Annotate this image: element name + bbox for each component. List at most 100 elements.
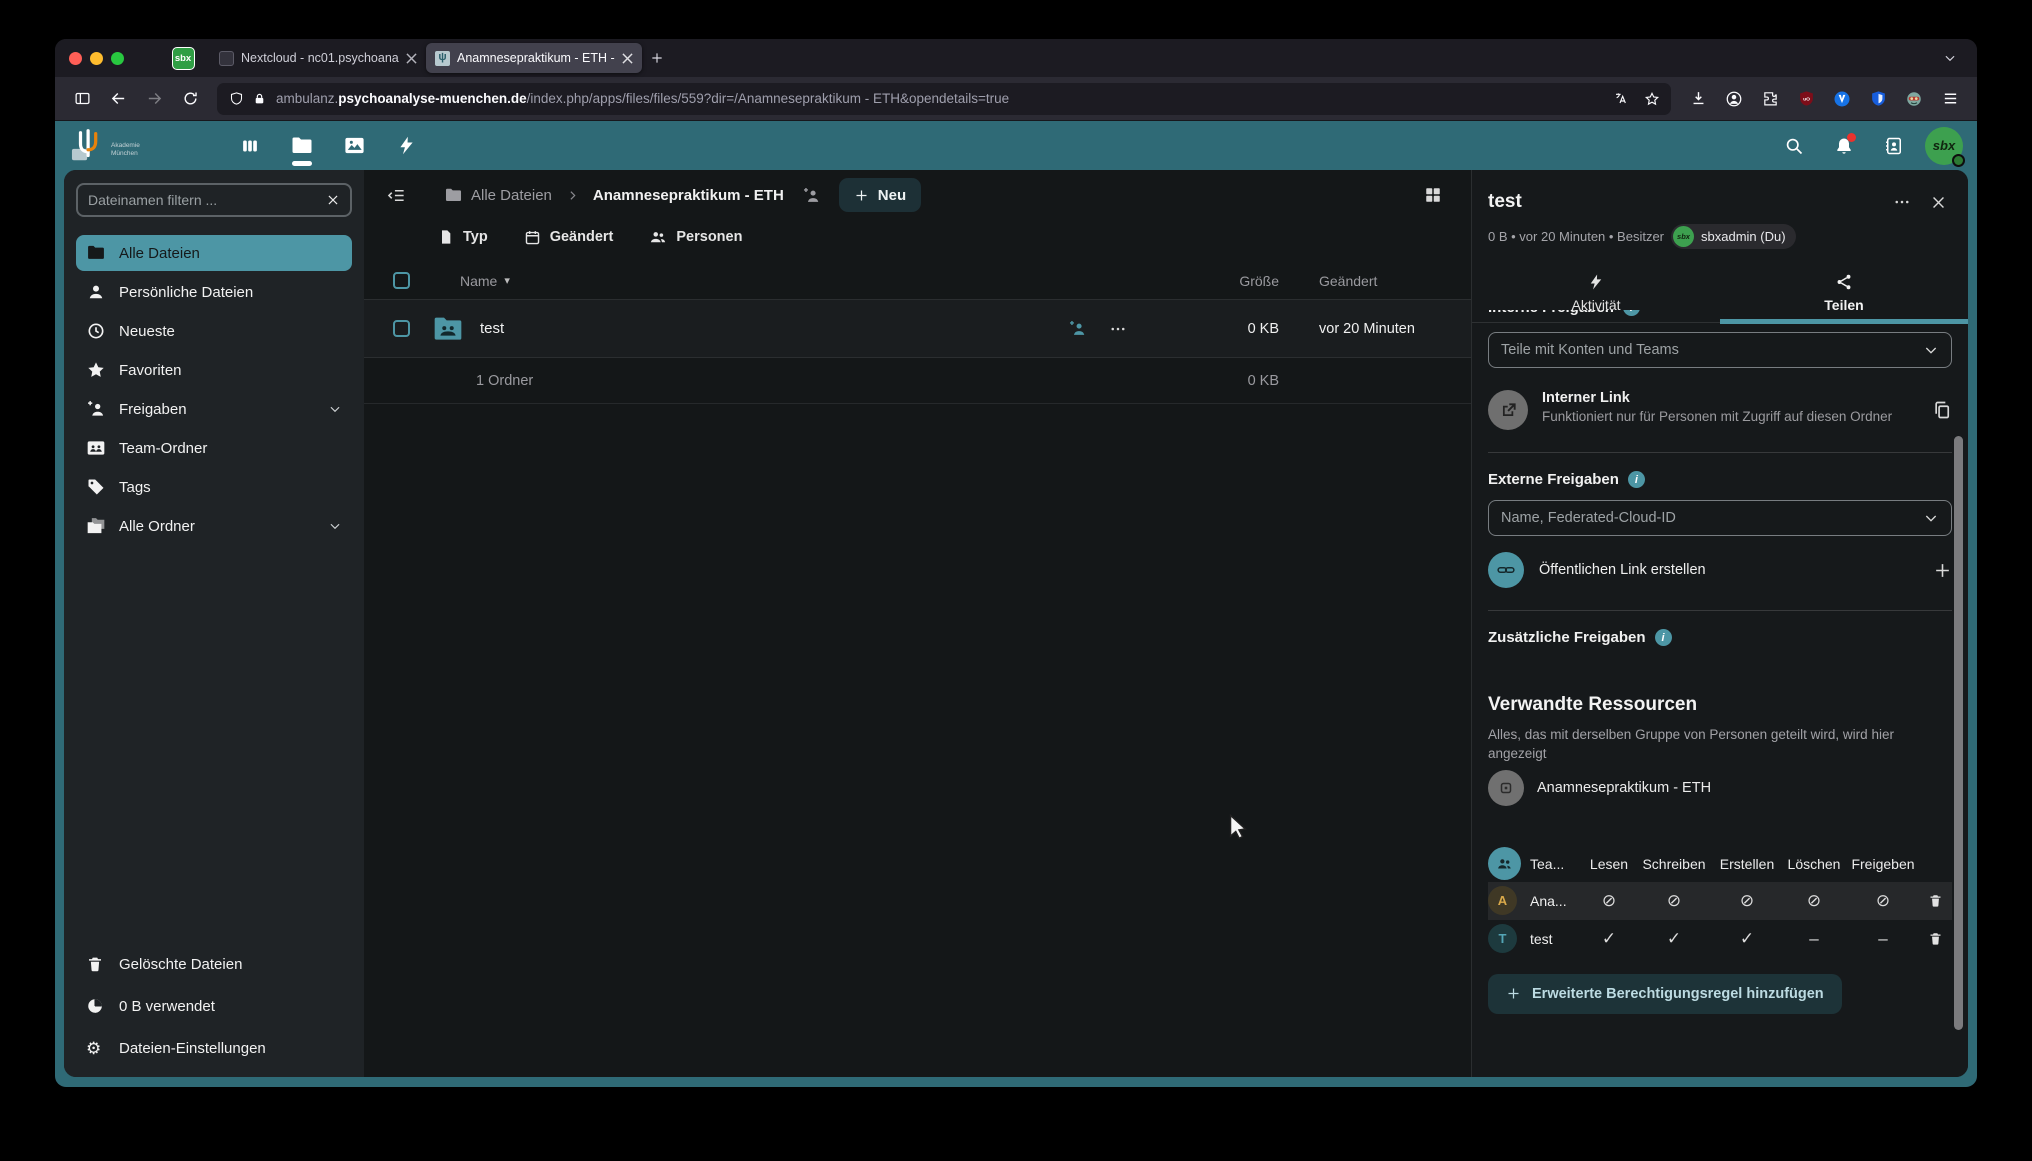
select-all-checkbox[interactable] <box>393 272 410 289</box>
sidebar-item-freigaben[interactable]: Freigaben <box>76 391 352 427</box>
sidebar-item-persoenliche-dateien[interactable]: Persönliche Dateien <box>76 274 352 310</box>
create-public-link-row[interactable]: Öffentlichen Link erstellen <box>1488 552 1952 588</box>
sidebar-item-favoriten[interactable]: Favoriten <box>76 352 352 388</box>
breadcrumb-folder-icon <box>444 186 463 205</box>
sidebar-item-alle-ordner[interactable]: Alle Ordner <box>76 508 352 544</box>
reload-button[interactable] <box>173 83 207 115</box>
permission-icon[interactable]: ✓ <box>1636 929 1712 949</box>
permission-icon[interactable]: ⊘ <box>1636 891 1712 911</box>
url-bar[interactable]: ambulanz.psychoanalyse-muenchen.de/index… <box>217 83 1671 115</box>
row-checkbox[interactable] <box>393 320 410 337</box>
bookmark-star-icon[interactable] <box>1637 85 1667 113</box>
photos-app-icon[interactable] <box>335 124 373 168</box>
chevron-down-icon[interactable] <box>328 519 342 533</box>
notifications-bell-icon[interactable] <box>1825 127 1863 165</box>
extensions-puzzle-icon[interactable] <box>1753 83 1787 115</box>
sidebar-footer: Gelöschte Dateien 0 B verwendet ⚙ Dateie… <box>76 945 352 1067</box>
column-modified[interactable]: Geändert <box>1319 273 1447 289</box>
academy-logo[interactable]: AkademieMünchen <box>71 126 189 166</box>
ublock-origin-icon[interactable]: uO <box>1789 83 1823 115</box>
filter-chip-personen[interactable]: Personen <box>649 228 742 246</box>
sidebar-item-team-ordner[interactable]: Team-Ordner <box>76 430 352 466</box>
grid-view-toggle-icon[interactable] <box>1415 177 1451 213</box>
chevron-down-icon[interactable] <box>328 402 342 416</box>
permission-icon[interactable]: ✓ <box>1712 929 1782 949</box>
menu-hamburger-icon[interactable] <box>1933 83 1967 115</box>
close-tab-icon[interactable] <box>622 53 633 64</box>
related-resource-item[interactable]: Anamnesepraktikum - ETH <box>1488 770 1952 806</box>
list-all-tabs-button[interactable] <box>1935 43 1965 73</box>
activity-app-icon[interactable] <box>387 124 425 168</box>
permission-icon[interactable]: ⊘ <box>1846 891 1920 911</box>
robot-extension-icon[interactable] <box>1897 83 1931 115</box>
maximize-window-button[interactable] <box>111 52 124 65</box>
sidebar-item-dateien-einstellungen[interactable]: ⚙ Dateien-Einstellungen <box>76 1029 352 1067</box>
details-menu-icon[interactable] <box>1884 184 1920 220</box>
file-name[interactable]: test <box>480 320 504 337</box>
acl-rule-row[interactable]: T test ✓ ✓ ✓ – – <box>1488 920 1952 958</box>
delete-rule-icon[interactable] <box>1920 893 1950 908</box>
user-avatar[interactable]: sbx <box>1925 127 1963 165</box>
contacts-icon[interactable] <box>1875 127 1913 165</box>
share-folder-icon[interactable] <box>802 186 821 205</box>
delete-rule-icon[interactable] <box>1920 931 1950 946</box>
close-tab-icon[interactable] <box>406 53 417 64</box>
collapse-sidebar-icon[interactable] <box>378 177 414 213</box>
sidebar-toggle-button[interactable] <box>65 83 99 115</box>
back-button[interactable] <box>101 83 135 115</box>
breadcrumb-root[interactable]: Alle Dateien <box>471 187 552 204</box>
tab-nextcloud[interactable]: Nextcloud - nc01.psychoanalyse <box>210 43 426 73</box>
info-icon[interactable]: i <box>1623 310 1640 316</box>
permission-icon[interactable]: – <box>1846 929 1920 949</box>
federated-share-input[interactable]: Name, Federated-Cloud-ID <box>1488 500 1952 536</box>
filter-filenames-input[interactable]: Dateinamen filtern ... <box>76 183 352 217</box>
close-details-icon[interactable] <box>1920 184 1956 220</box>
permission-icon[interactable]: – <box>1782 929 1846 949</box>
new-button[interactable]: Neu <box>839 178 921 212</box>
lock-icon[interactable] <box>253 92 266 106</box>
close-window-button[interactable] <box>69 52 82 65</box>
breadcrumb-current[interactable]: Anamnesepraktikum - ETH <box>593 187 784 204</box>
row-share-icon[interactable] <box>1068 319 1087 338</box>
sidebar-item-quota[interactable]: 0 B verwendet <box>76 987 352 1025</box>
translate-icon[interactable] <box>1607 85 1637 113</box>
permission-icon[interactable]: ⊘ <box>1712 891 1782 911</box>
owner-chip[interactable]: sbx sbxadmin (Du) <box>1671 224 1796 249</box>
extension-v-icon[interactable] <box>1825 83 1859 115</box>
sidebar-item-neueste[interactable]: Neueste <box>76 313 352 349</box>
tab-anamnesepraktikum[interactable]: ψ Anamnesepraktikum - ETH - Alle <box>426 43 642 73</box>
dashboard-app-icon[interactable] <box>231 124 269 168</box>
files-app-icon[interactable] <box>283 124 321 168</box>
file-row-test[interactable]: test 0 KB vor 20 Minuten <box>364 300 1471 358</box>
search-icon[interactable] <box>1775 127 1813 165</box>
account-icon[interactable] <box>1717 83 1751 115</box>
new-tab-button[interactable] <box>642 43 672 73</box>
minimize-window-button[interactable] <box>90 52 103 65</box>
add-advanced-permission-button[interactable]: Erweiterte Berechtigungsregel hinzufügen <box>1488 974 1842 1014</box>
column-size[interactable]: Größe <box>1169 273 1279 289</box>
sort-descending-icon[interactable]: ▾ <box>504 274 510 287</box>
column-name[interactable]: Name <box>460 273 497 289</box>
acl-rule-row[interactable]: A Ana... ⊘ ⊘ ⊘ ⊘ ⊘ <box>1488 882 1952 920</box>
clear-filter-icon[interactable] <box>326 193 340 207</box>
info-icon[interactable]: i <box>1628 471 1645 488</box>
permission-icon[interactable]: ✓ <box>1582 929 1636 949</box>
copy-link-icon[interactable] <box>1932 400 1952 420</box>
downloads-icon[interactable] <box>1681 83 1715 115</box>
sidebar-item-geloeschte-dateien[interactable]: Gelöschte Dateien <box>76 945 352 983</box>
row-actions-menu-icon[interactable] <box>1109 320 1127 338</box>
pinned-tab-sbx[interactable]: sbx <box>166 43 200 73</box>
sidebar-item-tags[interactable]: Tags <box>76 469 352 505</box>
permission-icon[interactable]: ⊘ <box>1582 891 1636 911</box>
info-icon[interactable]: i <box>1655 629 1672 646</box>
permission-icon[interactable]: ⊘ <box>1782 891 1846 911</box>
shield-icon[interactable] <box>229 91 244 106</box>
share-recipient-input[interactable]: Teile mit Konten und Teams <box>1488 332 1952 368</box>
bitwarden-shield-icon[interactable] <box>1861 83 1895 115</box>
sidebar-item-alle-dateien[interactable]: Alle Dateien <box>76 235 352 271</box>
add-public-link-icon[interactable] <box>1933 561 1952 580</box>
forward-button[interactable] <box>137 83 171 115</box>
filter-chip-geaendert[interactable]: Geändert <box>524 229 614 246</box>
scrollbar-thumb[interactable] <box>1954 436 1963 1030</box>
filter-chip-typ[interactable]: Typ <box>438 229 488 245</box>
